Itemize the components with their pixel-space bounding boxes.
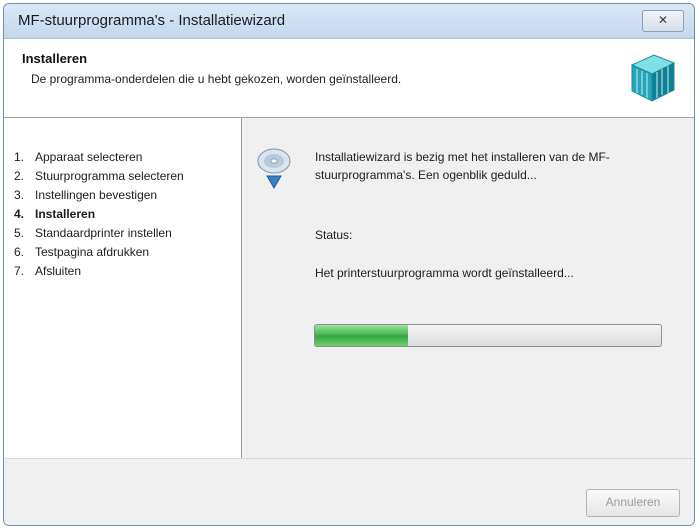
step-label: Testpagina afdrukken <box>35 245 150 259</box>
step-item: 5. Standaardprinter instellen <box>14 224 184 243</box>
step-number: 2. <box>14 169 25 183</box>
step-label: Apparaat selecteren <box>35 150 143 164</box>
progress-bar <box>314 324 662 347</box>
step-item: 3. Instellingen bevestigen <box>14 186 184 205</box>
step-label: Instellingen bevestigen <box>35 188 158 202</box>
installer-window: MF-stuurprogramma's - Installatiewizard … <box>3 3 695 526</box>
window-title: MF-stuurprogramma's - Installatiewizard <box>18 12 286 29</box>
installer-cube-icon <box>630 54 676 102</box>
step-label: Installeren <box>35 207 96 221</box>
progress-fill <box>315 325 409 346</box>
cancel-button[interactable]: Annuleren <box>586 489 680 517</box>
status-label: Status: <box>315 228 353 242</box>
step-item: 1. Apparaat selecteren <box>14 148 184 167</box>
step-list: 1. Apparaat selecteren 2. Stuurprogramma se… <box>14 148 184 281</box>
page-title: Installeren <box>22 51 88 66</box>
page-subtitle: De programma-onderdelen die u hebt gekoz… <box>31 72 402 86</box>
step-label: Standaardprinter instellen <box>35 226 172 240</box>
install-message: Installatiewizard is bezig met het insta… <box>315 150 610 182</box>
wizard-footer: Annuleren <box>4 458 694 525</box>
status-text: Het printerstuurprogramma wordt geïnstal… <box>315 266 574 280</box>
step-item: 6. Testpagina afdrukken <box>14 243 184 262</box>
title-bar: MF-stuurprogramma's - Installatiewizard … <box>4 4 694 39</box>
install-disc-icon <box>257 148 291 189</box>
content-panel: Installatiewizard is bezig met het insta… <box>242 118 694 458</box>
step-number: 6. <box>14 245 25 259</box>
step-item: 7. Afsluiten <box>14 262 184 281</box>
step-label: Afsluiten <box>35 264 82 278</box>
close-button[interactable]: ✕ <box>642 10 684 32</box>
wizard-header: Installeren De programma-onderdelen die … <box>4 39 694 118</box>
step-item: 4. Installeren <box>14 205 184 224</box>
close-icon: ✕ <box>657 13 669 27</box>
step-number: 1. <box>14 150 25 164</box>
step-number: 3. <box>14 188 25 202</box>
steps-panel: 1. Apparaat selecteren 2. Stuurprogramma se… <box>4 118 242 458</box>
step-number: 7. <box>14 264 25 278</box>
step-item: 2. Stuurprogramma selecteren <box>14 167 184 186</box>
step-label: Stuurprogramma selecteren <box>35 169 184 183</box>
step-number: 4. <box>14 207 25 221</box>
step-number: 5. <box>14 226 25 240</box>
